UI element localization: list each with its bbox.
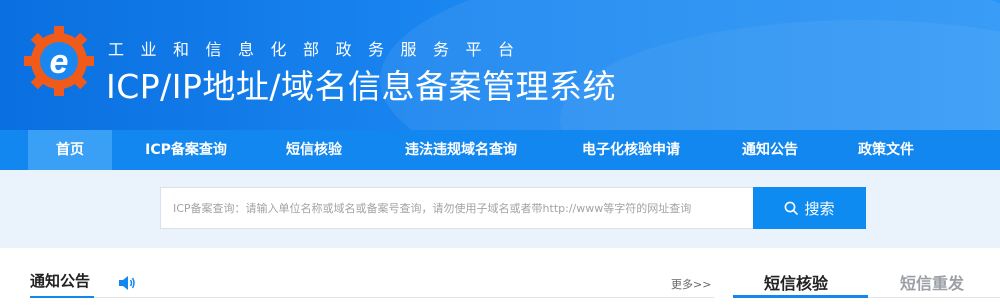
speaker-icon bbox=[119, 276, 135, 290]
nav-item-notices[interactable]: 通知公告 bbox=[728, 130, 812, 170]
nav-item-policy-docs[interactable]: 政策文件 bbox=[844, 130, 928, 170]
nav-item-icp-query[interactable]: ICP备案查询 bbox=[128, 130, 244, 170]
search-button[interactable]: 搜索 bbox=[753, 187, 866, 229]
header-subtitle: 工业和信息化部政务服务平台 bbox=[108, 40, 531, 59]
sms-tab-underline bbox=[733, 295, 868, 298]
nav-item-e-verify-apply[interactable]: 电子化核验申请 bbox=[566, 130, 696, 170]
nav-item-illegal-domain[interactable]: 违法违规域名查询 bbox=[382, 130, 540, 170]
nav-item-sms-verify[interactable]: 短信核验 bbox=[272, 130, 356, 170]
search-input[interactable] bbox=[160, 187, 753, 229]
tab-sms-resend[interactable]: 短信重发 bbox=[900, 262, 964, 298]
notice-tab-underline bbox=[30, 296, 94, 298]
notice-tab[interactable]: 通知公告 bbox=[30, 262, 90, 298]
divider bbox=[94, 297, 714, 298]
main-nav: 首页 ICP备案查询 短信核验 违法违规域名查询 电子化核验申请 通知公告 政策… bbox=[0, 130, 1000, 170]
search-icon bbox=[785, 201, 799, 215]
page-title: ICP/IP地址/域名信息备案管理系统 bbox=[106, 67, 617, 106]
gear-e-logo-icon: e bbox=[24, 26, 94, 96]
search-button-label: 搜索 bbox=[804, 199, 835, 218]
nav-item-home[interactable]: 首页 bbox=[28, 130, 112, 170]
more-link[interactable]: 更多>> bbox=[671, 276, 711, 292]
tab-sms-verify[interactable]: 短信核验 bbox=[764, 262, 828, 298]
site-header: e 工业和信息化部政务服务平台 ICP/IP地址/域名信息备案管理系统 bbox=[0, 0, 1000, 130]
svg-text:e: e bbox=[50, 43, 69, 81]
